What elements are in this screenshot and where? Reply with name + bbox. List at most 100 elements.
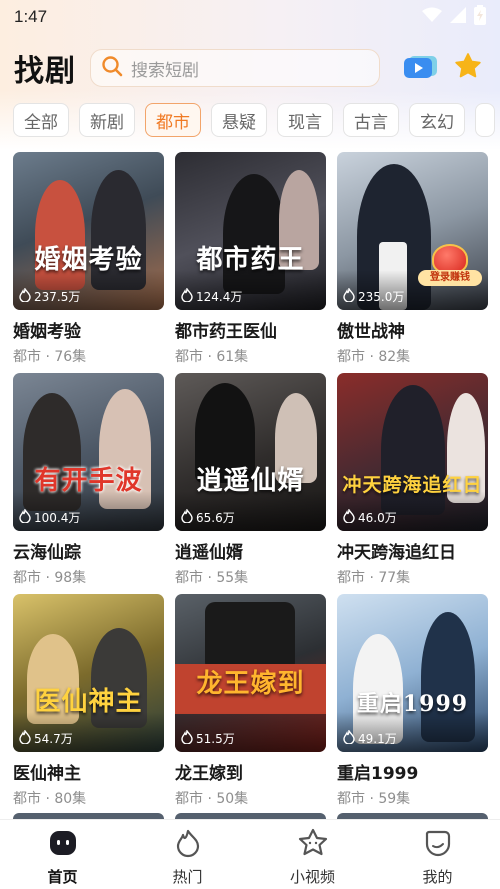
drama-poster: 有开手波 100.4万 <box>13 373 164 531</box>
drama-title: 冲天跨海追红日 <box>337 543 456 563</box>
drama-meta: 都市 · 98集 <box>13 570 87 586</box>
flame-icon <box>19 508 31 526</box>
drama-poster: 冲天跨海追红日 46.0万 <box>337 373 488 531</box>
drama-card[interactable]: 冲天跨海追红日 46.0万 冲天跨海追红日 都市 · 77集 <box>337 373 488 594</box>
drama-meta: 都市 · 82集 <box>337 349 411 365</box>
category-chip[interactable]: 玄幻 <box>409 103 465 137</box>
drama-poster: 医仙神主 54.7万 <box>13 594 164 752</box>
drama-meta: 都市 · 77集 <box>337 570 411 586</box>
favorites-star-icon[interactable] <box>454 52 482 84</box>
drama-poster: 龙王嫁到 51.5万 <box>175 594 326 752</box>
search-icon <box>101 55 123 81</box>
drama-card[interactable]: 重启1999 49.1万 重启1999 都市 · 59集 <box>337 594 488 815</box>
drama-title: 龙王嫁到 <box>175 764 243 784</box>
star-face-icon <box>297 828 329 862</box>
play-count-value: 51.5万 <box>196 732 235 746</box>
category-chip-active[interactable]: 都市 <box>145 103 201 137</box>
drama-poster: 逍遥仙婿 65.6万 <box>175 373 326 531</box>
drama-card[interactable]: 有开手波 100.4万 云海仙踪 都市 · 98集 <box>13 373 164 594</box>
drama-poster: 都市药王 124.4万 <box>175 152 326 310</box>
video-icon[interactable] <box>404 53 438 83</box>
poster-title: 婚姻考验 <box>34 245 143 275</box>
tab-label: 首页 <box>47 868 78 886</box>
play-count: 237.5万 <box>19 287 81 305</box>
drama-title: 重启1999 <box>337 764 419 784</box>
category-chip[interactable]: 全部 <box>13 103 69 137</box>
play-count: 124.4万 <box>181 287 243 305</box>
drama-poster: 登录赚钱 235.0万 <box>337 152 488 310</box>
profile-icon <box>423 828 453 862</box>
tab-label: 小视频 <box>289 868 335 886</box>
tab-hot[interactable]: 热门 <box>125 820 250 889</box>
play-count: 49.1万 <box>343 729 397 747</box>
drama-card[interactable]: 逍遥仙婿 65.6万 逍遥仙婿 都市 · 55集 <box>175 373 326 594</box>
bottom-tab-bar: 首页 热门 小视频 我的 <box>0 819 500 889</box>
poster-title: 冲天跨海追红日 <box>342 474 483 496</box>
play-count-value: 65.6万 <box>196 511 235 525</box>
poster-title: 都市药王 <box>196 245 305 275</box>
poster-title: 医仙神主 <box>34 687 143 717</box>
drama-title: 傲世战神 <box>337 322 405 342</box>
poster-figure <box>205 602 295 672</box>
drama-meta: 都市 · 59集 <box>337 791 411 807</box>
play-count: 46.0万 <box>343 508 397 526</box>
play-count-value: 49.1万 <box>358 732 397 746</box>
play-count: 235.0万 <box>343 287 405 305</box>
search-input[interactable]: 搜索短剧 <box>90 49 380 87</box>
flame-icon <box>181 729 193 747</box>
category-chip[interactable]: 古言 <box>343 103 399 137</box>
category-chip[interactable]: 悬疑 <box>211 103 267 137</box>
drama-poster: 婚姻考验 237.5万 <box>13 152 164 310</box>
drama-title: 婚姻考验 <box>13 322 81 342</box>
drama-card[interactable]: 婚姻考验 237.5万 婚姻考验 都市 · 76集 <box>13 152 164 373</box>
play-count-value: 124.4万 <box>196 290 243 304</box>
tab-label: 我的 <box>422 868 453 886</box>
category-chip[interactable] <box>475 103 495 137</box>
play-count-value: 46.0万 <box>358 511 397 525</box>
category-chip[interactable]: 新剧 <box>79 103 135 137</box>
poster-title: 逍遥仙婿 <box>196 466 305 496</box>
play-count: 54.7万 <box>19 729 73 747</box>
drama-meta: 都市 · 55集 <box>175 570 249 586</box>
drama-grid: 婚姻考验 237.5万 婚姻考验 都市 · 76集 都市药王 124.4万 都市… <box>13 152 489 815</box>
flame-icon <box>19 287 31 305</box>
play-count-value: 100.4万 <box>34 511 81 525</box>
flame-icon <box>19 729 31 747</box>
flame-icon <box>173 828 203 862</box>
drama-title: 医仙神主 <box>13 764 81 784</box>
category-chips: 全部 新剧 都市 悬疑 现言 古言 玄幻 <box>0 102 500 138</box>
flame-icon <box>343 508 355 526</box>
poster-title: 龙王嫁到 <box>196 669 305 699</box>
drama-meta: 都市 · 76集 <box>13 349 87 365</box>
tab-profile[interactable]: 我的 <box>375 820 500 889</box>
drama-card[interactable]: 龙王嫁到 51.5万 龙王嫁到 都市 · 50集 <box>175 594 326 815</box>
drama-title: 逍遥仙婿 <box>175 543 243 563</box>
poster-title: 重启1999 <box>356 691 469 717</box>
play-count: 51.5万 <box>181 729 235 747</box>
tab-home[interactable]: 首页 <box>0 820 125 889</box>
login-reward-label: 登录赚钱 <box>418 270 482 286</box>
drama-card[interactable]: 医仙神主 54.7万 医仙神主 都市 · 80集 <box>13 594 164 815</box>
drama-meta: 都市 · 50集 <box>175 791 249 807</box>
play-count-value: 237.5万 <box>34 290 81 304</box>
flame-icon <box>181 287 193 305</box>
drama-meta: 都市 · 61集 <box>175 349 249 365</box>
wifi-icon <box>422 7 442 27</box>
tab-short-video[interactable]: 小视频 <box>250 820 375 889</box>
play-count-value: 235.0万 <box>358 290 405 304</box>
drama-title: 云海仙踪 <box>13 543 81 563</box>
login-reward-badge[interactable]: 登录赚钱 <box>418 244 482 288</box>
drama-card[interactable]: 都市药王 124.4万 都市药王医仙 都市 · 61集 <box>175 152 326 373</box>
page-title: 找剧 <box>14 54 76 89</box>
play-count: 100.4万 <box>19 508 81 526</box>
poster-title: 有开手波 <box>34 466 143 496</box>
header-actions <box>404 52 486 84</box>
drama-card[interactable]: 登录赚钱 235.0万 傲世战神 都市 · 82集 <box>337 152 488 373</box>
home-icon <box>48 828 78 862</box>
tab-label: 热门 <box>172 868 203 886</box>
play-count-value: 54.7万 <box>34 732 73 746</box>
status-time: 1:47 <box>14 7 48 26</box>
status-icons <box>422 5 486 29</box>
category-chip[interactable]: 现言 <box>277 103 333 137</box>
drama-poster: 重启1999 49.1万 <box>337 594 488 752</box>
